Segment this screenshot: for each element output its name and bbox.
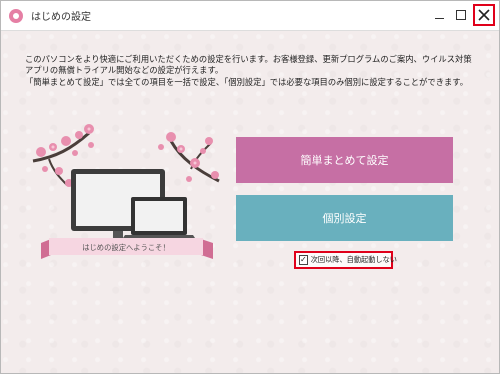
- individual-setup-button[interactable]: 個別設定: [236, 195, 453, 241]
- welcome-banner: はじめの設定へようこそ！: [41, 238, 213, 259]
- close-icon: [478, 9, 490, 21]
- disable-autostart-checkbox[interactable]: ✓: [299, 255, 308, 265]
- disable-autostart-label: 次回以降、自動起動しない: [310, 255, 397, 264]
- checkmark-icon: ✓: [300, 255, 307, 264]
- title-bar: はじめの設定: [1, 1, 499, 31]
- welcome-banner-text: はじめの設定へようこそ！: [82, 243, 170, 252]
- intro-line: このパソコンをより快適にご利用いただくための設定を行います。お客様登録、更新プロ…: [25, 54, 472, 64]
- app-icon: [9, 8, 23, 23]
- setup-window: はじめの設定 このパソコンをより快適にご利用いただくための設定を行います。お客様…: [0, 0, 500, 374]
- minimize-icon: [434, 17, 444, 19]
- minimize-button[interactable]: [429, 4, 449, 26]
- intro-line: アプリの無償トライアル開始などの設定が行えます。: [25, 65, 224, 76]
- intro-line: 「簡単まとめて設定」では全ての項目を一括で設定、「個別設定」では必要な項目のみ個…: [25, 76, 469, 87]
- welcome-illustration: はじめの設定へようこそ！: [32, 124, 220, 259]
- bulk-setup-button[interactable]: 簡単まとめて設定: [236, 137, 453, 183]
- maximize-icon: [456, 10, 466, 20]
- window-controls: [427, 4, 495, 26]
- disable-autostart-option[interactable]: ✓ 次回以降、自動起動しない: [294, 251, 397, 269]
- close-button[interactable]: [473, 4, 495, 26]
- intro-text: このパソコンをより快適にご利用いただくための設定を行います。お客様登録、更新プロ…: [25, 54, 485, 88]
- window-title: はじめの設定: [31, 12, 91, 23]
- maximize-button[interactable]: [451, 4, 471, 26]
- laptop-icon: [121, 197, 197, 241]
